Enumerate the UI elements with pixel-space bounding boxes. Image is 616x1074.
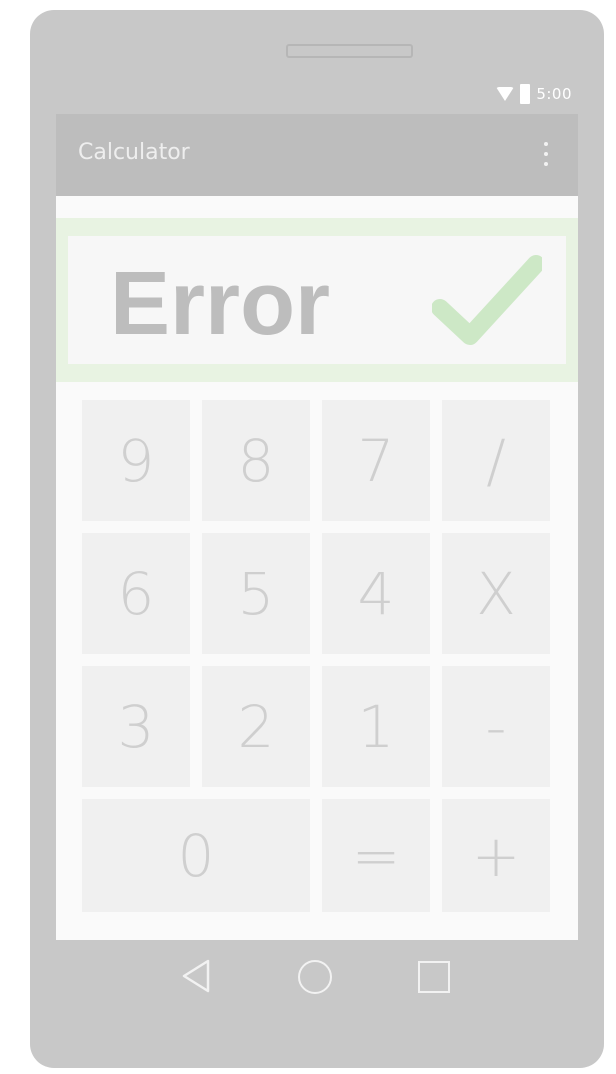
key-9[interactable]: 9 [82, 400, 190, 521]
status-bar: 5:00 [56, 80, 578, 112]
keypad: 9 8 7 / 6 5 4 X 3 2 1 - 0 = + [82, 400, 550, 912]
key-4[interactable]: 4 [322, 533, 430, 654]
key-multiply[interactable]: X [442, 533, 550, 654]
key-0[interactable]: 0 [82, 799, 310, 912]
status-time: 5:00 [536, 85, 572, 103]
app-title: Calculator [78, 140, 190, 165]
wifi-icon [496, 87, 515, 101]
nav-bar [56, 940, 578, 1012]
key-1[interactable]: 1 [322, 666, 430, 787]
result-display: Error [56, 218, 578, 382]
check-icon [432, 255, 542, 345]
result-value: Error [110, 254, 331, 354]
speaker-grille [286, 44, 413, 58]
app-bar: Calculator [56, 114, 578, 196]
key-5[interactable]: 5 [202, 533, 310, 654]
battery-icon [520, 84, 531, 104]
key-add[interactable]: + [442, 799, 550, 912]
key-7[interactable]: 7 [322, 400, 430, 521]
key-divide[interactable]: / [442, 400, 550, 521]
back-icon[interactable] [180, 958, 212, 994]
key-6[interactable]: 6 [82, 533, 190, 654]
key-8[interactable]: 8 [202, 400, 310, 521]
key-equals[interactable]: = [322, 799, 430, 912]
status-icons: 5:00 [496, 84, 572, 104]
key-3[interactable]: 3 [82, 666, 190, 787]
result-display-panel: Error [68, 236, 566, 364]
key-subtract[interactable]: - [442, 666, 550, 787]
recents-icon[interactable] [418, 961, 450, 993]
key-2[interactable]: 2 [202, 666, 310, 787]
overflow-menu-icon[interactable] [544, 142, 548, 168]
home-icon[interactable] [298, 960, 332, 994]
